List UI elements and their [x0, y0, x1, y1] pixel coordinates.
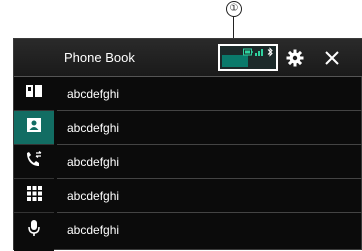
callout-area: ① [0, 0, 362, 42]
phone-battery-icon [243, 48, 253, 56]
page-title: Phone Book [64, 50, 135, 65]
sidebar-item-contacts[interactable] [14, 111, 54, 145]
sidebar-item-keypad[interactable] [14, 179, 54, 213]
sidebar-item-phone-book[interactable] [14, 77, 54, 111]
list-item[interactable]: abcdefghi [57, 213, 362, 247]
list-item[interactable]: abcdefghi [57, 145, 362, 179]
contact-name: abcdefghi [67, 121, 120, 135]
sidebar-item-recent-calls[interactable] [14, 145, 54, 179]
list-item[interactable]: abcdefghi [57, 111, 362, 145]
contact-name: abcdefghi [67, 223, 120, 237]
contact-card-icon [26, 117, 42, 138]
contact-list: abcdefghi abcdefghi abcdefghi abcdefghi … [57, 77, 362, 251]
status-indicator-panel [218, 44, 278, 71]
contact-name: abcdefghi [67, 155, 120, 169]
recent-calls-icon [25, 151, 43, 172]
header-bar: Phone Book [14, 39, 362, 77]
close-button[interactable] [322, 48, 342, 68]
list-item[interactable]: abcdefghi [57, 179, 362, 213]
signal-icon [255, 48, 265, 56]
list-item[interactable]: abcdefghi [57, 77, 362, 111]
contact-name: abcdefghi [67, 87, 120, 101]
gear-icon [286, 49, 304, 71]
keypad-icon [26, 185, 42, 206]
contact-name: abcdefghi [67, 189, 120, 203]
callout-number: ① [226, 1, 242, 17]
bluetooth-icon [267, 47, 274, 57]
phone-book-screen: Phone Book abcdefghi abcdefghi abcdefghi… [13, 38, 362, 251]
sidebar-item-voice[interactable] [14, 213, 54, 247]
close-icon [322, 51, 342, 72]
settings-button[interactable] [286, 49, 304, 67]
microphone-icon [27, 219, 41, 242]
sidebar [14, 77, 54, 251]
phone-book-icon [25, 83, 43, 104]
